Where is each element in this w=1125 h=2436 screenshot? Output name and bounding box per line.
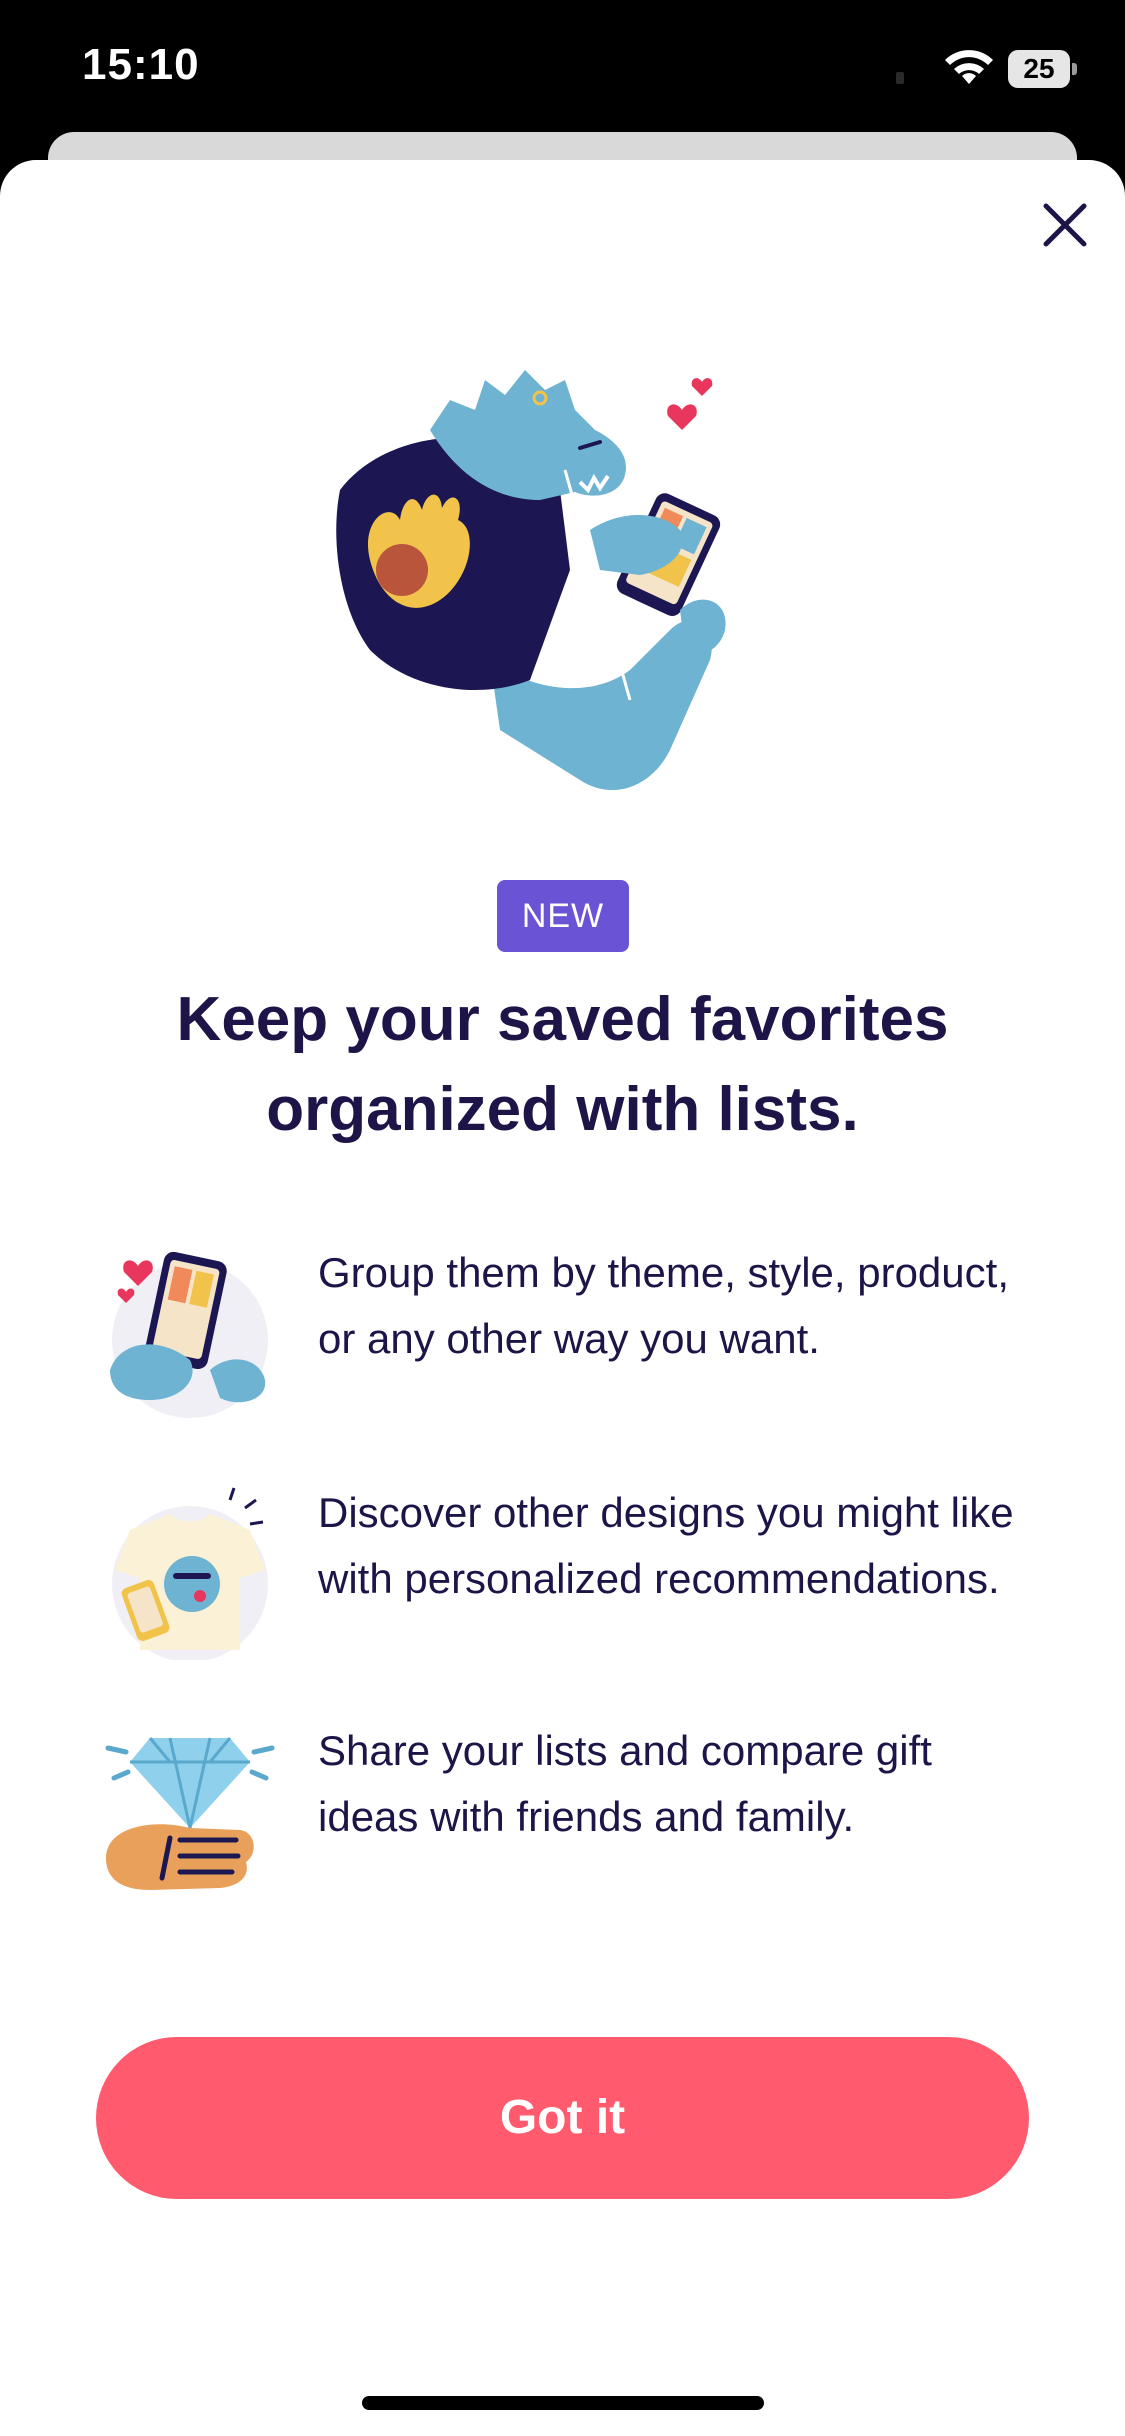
home-indicator[interactable] <box>362 2396 764 2410</box>
close-icon[interactable] <box>1036 196 1094 254</box>
battery-cap <box>1072 63 1077 75</box>
page-title: Keep your saved favorites organized with… <box>176 985 949 1144</box>
battery-icon: 25 <box>1008 50 1078 88</box>
new-badge: NEW <box>497 880 629 952</box>
status-time: 15:10 <box>82 40 200 89</box>
signal-dot-icon <box>896 72 904 84</box>
diamond-gift-illustration <box>105 1737 275 1890</box>
status-bar: 15:10 25 <box>0 0 1125 140</box>
wifi-icon <box>945 50 993 84</box>
hands-holding-phone-illustration <box>110 1251 268 1418</box>
tshirt-with-monster-illustration <box>112 1487 268 1660</box>
feature-text: Share your lists and compare gift ideas … <box>318 1727 932 1840</box>
got-it-button[interactable]: Got it <box>96 2037 1029 2199</box>
feature-text: Discover other designs you might like wi… <box>318 1489 1014 1602</box>
monster-shopping-on-phone-illustration <box>336 370 726 790</box>
feature-text: Group them by theme, style, product, or … <box>318 1249 1009 1362</box>
battery-level: 25 <box>1008 50 1070 88</box>
